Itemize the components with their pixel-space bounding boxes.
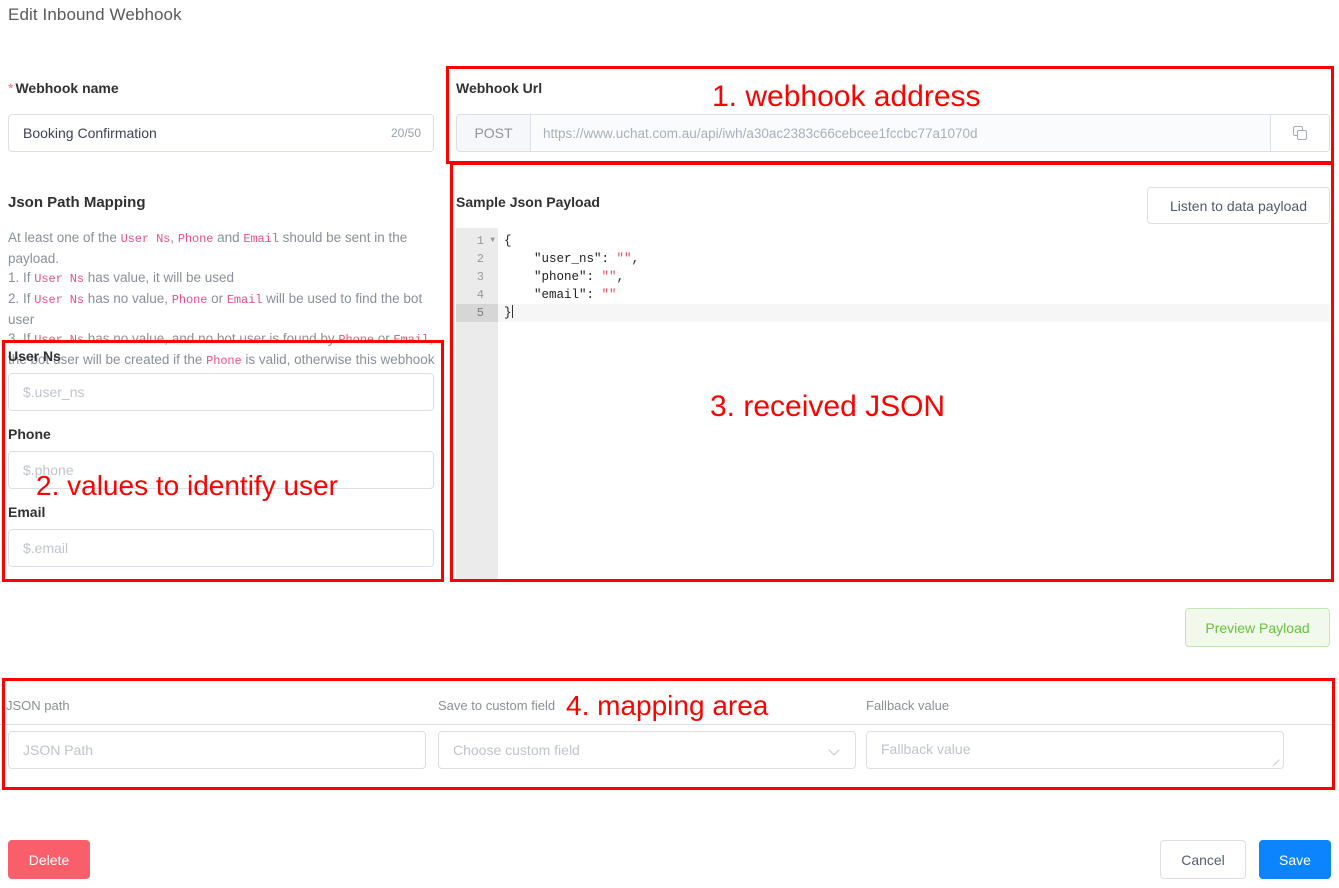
- user-ns-placeholder: $.user_ns: [23, 384, 85, 400]
- json-path-mapping-description: At least one of the User Ns, Phone and E…: [8, 228, 442, 390]
- email-label: Email: [8, 504, 46, 520]
- desc-line-2: 2. If User Ns has no value, Phone or Ema…: [8, 291, 423, 327]
- editor-line-number[interactable]: 2: [456, 250, 498, 268]
- code-key: "phone": [534, 270, 587, 284]
- email-input[interactable]: $.email: [8, 529, 434, 567]
- delete-button[interactable]: Delete: [8, 840, 90, 879]
- webhook-name-counter: 20/50: [390, 126, 421, 140]
- save-button[interactable]: Save: [1259, 840, 1331, 879]
- required-marker: *: [8, 80, 14, 96]
- json-payload-editor[interactable]: ▼ 1 2 3 4 5 { "user_ns": "", "phone": ""…: [456, 228, 1330, 580]
- copy-url-button[interactable]: [1271, 115, 1329, 151]
- code-line-text: }: [504, 306, 512, 320]
- chevron-down-icon: [830, 745, 841, 756]
- code-string-value: "": [601, 270, 617, 284]
- desc-line-0: At least one of the User Ns, Phone and E…: [8, 230, 408, 266]
- json-path-placeholder: JSON Path: [23, 742, 94, 758]
- line-number-text: 1: [476, 234, 484, 248]
- fallback-value-textarea[interactable]: Fallback value: [866, 731, 1284, 769]
- webhook-url-label: Webhook Url: [456, 80, 543, 96]
- preview-payload-button[interactable]: Preview Payload: [1185, 608, 1330, 647]
- annotation-label-4: 4. mapping area: [566, 690, 769, 721]
- editor-code-area[interactable]: { "user_ns": "", "phone": "", "email": "…: [498, 228, 1330, 579]
- webhook-url-input[interactable]: https://www.uchat.com.au/api/iwh/a30ac23…: [531, 115, 1271, 151]
- listen-to-data-payload-button[interactable]: Listen to data payload: [1147, 187, 1330, 224]
- code-line-text: {: [504, 234, 512, 248]
- code-line: "user_ns": "",: [534, 252, 640, 266]
- editor-line-number[interactable]: 4: [456, 286, 498, 304]
- phone-input[interactable]: $.phone: [8, 451, 434, 489]
- user-ns-input[interactable]: $.user_ns: [8, 373, 434, 411]
- sample-json-payload-label: Sample Json Payload: [456, 194, 600, 210]
- code-key: "user_ns": [534, 252, 602, 266]
- line-number-text: 2: [476, 252, 484, 266]
- custom-field-select[interactable]: Choose custom field: [438, 731, 856, 769]
- json-path-mapping-title: Json Path Mapping: [8, 194, 146, 211]
- code-line: {: [498, 232, 1330, 250]
- cancel-button[interactable]: Cancel: [1160, 840, 1246, 879]
- code-line: "email": "": [534, 288, 617, 302]
- mapping-column-header-custom-field: Save to custom field: [438, 698, 556, 713]
- fold-arrow-icon[interactable]: ▼: [490, 232, 495, 250]
- json-path-input[interactable]: JSON Path: [8, 731, 426, 769]
- line-number-text: 5: [476, 306, 484, 320]
- code-key: "email": [534, 288, 587, 302]
- editor-line-number[interactable]: 5: [456, 304, 498, 322]
- code-line: "phone": "",: [534, 270, 625, 284]
- line-number-text: 4: [476, 288, 484, 302]
- edit-inbound-webhook-page: Edit Inbound Webhook * Webhook name Booki…: [0, 0, 1339, 888]
- custom-field-placeholder: Choose custom field: [453, 742, 580, 758]
- copy-icon: [1292, 125, 1308, 141]
- mapping-column-header-json-path: JSON path: [6, 698, 70, 713]
- phone-label: Phone: [8, 426, 51, 442]
- text-caret: [511, 305, 513, 318]
- fallback-value-placeholder: Fallback value: [881, 741, 971, 757]
- code-string-value: "": [616, 252, 632, 266]
- mapping-divider: [0, 724, 1333, 725]
- code-string-value: "": [601, 288, 617, 302]
- user-ns-label: User Ns: [8, 348, 61, 364]
- editor-line-number[interactable]: ▼ 1: [456, 232, 498, 250]
- editor-line-number[interactable]: 3: [456, 268, 498, 286]
- phone-placeholder: $.phone: [23, 462, 74, 478]
- page-title: Edit Inbound Webhook: [8, 5, 182, 24]
- webhook-name-label-text: Webhook name: [15, 80, 119, 96]
- line-number-text: 3: [476, 270, 484, 284]
- http-method-badge: POST: [457, 115, 531, 151]
- webhook-name-value: Booking Confirmation: [23, 125, 157, 141]
- email-placeholder: $.email: [23, 540, 69, 556]
- webhook-name-label: * Webhook name: [8, 80, 119, 96]
- desc-line-1: 1. If User Ns has value, it will be used: [8, 270, 235, 286]
- editor-gutter: ▼ 1 2 3 4 5: [456, 228, 498, 579]
- mapping-column-header-fallback: Fallback value: [866, 698, 950, 713]
- resize-handle-icon[interactable]: [1272, 757, 1281, 766]
- code-line: }: [498, 304, 1330, 322]
- webhook-url-group: POST https://www.uchat.com.au/api/iwh/a3…: [456, 114, 1330, 152]
- annotation-label-1: 1. webhook address: [712, 80, 981, 113]
- webhook-name-input[interactable]: Booking Confirmation 20/50: [8, 114, 434, 152]
